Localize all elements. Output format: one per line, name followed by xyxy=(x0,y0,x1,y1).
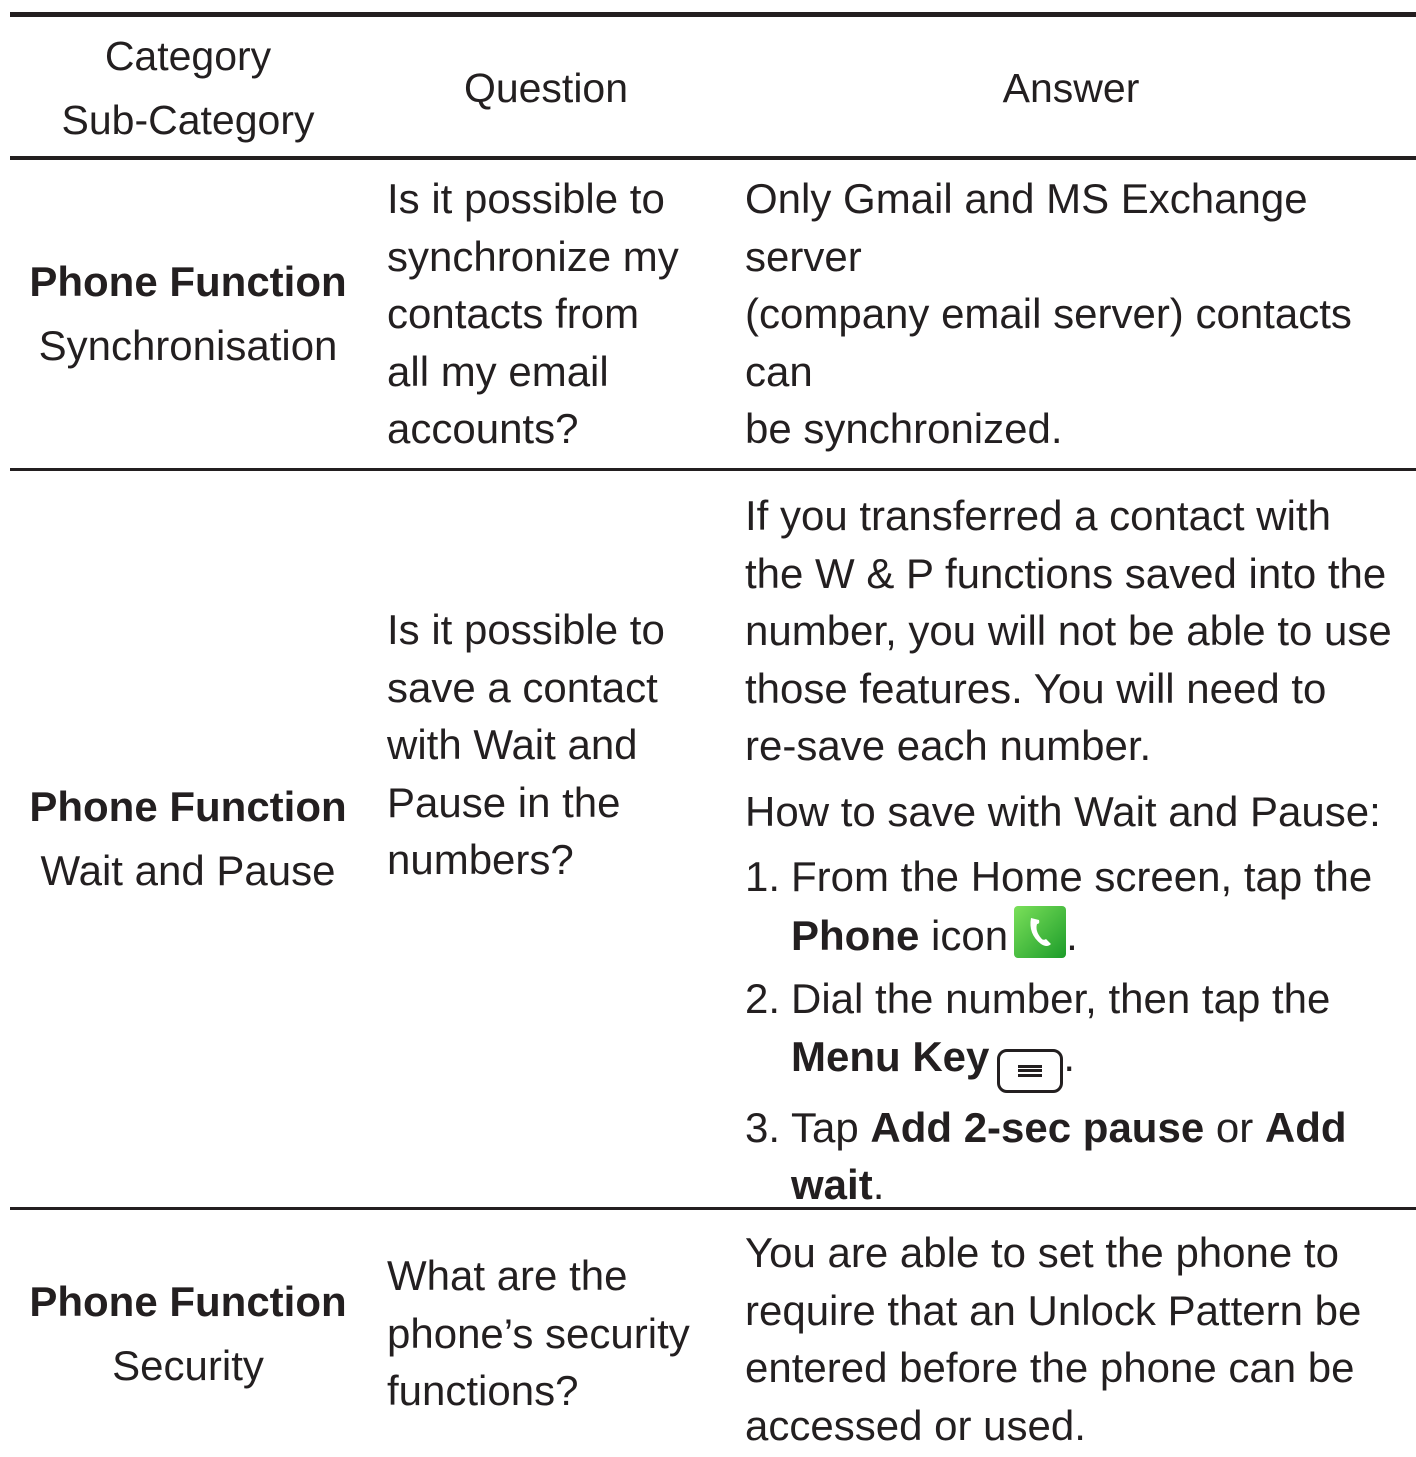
step-bold: Menu Key xyxy=(791,1032,990,1080)
row-3-category: Phone Function Security xyxy=(10,1210,366,1457)
category-label: Phone Function xyxy=(29,1277,347,1325)
phone-app-icon xyxy=(1014,905,1067,958)
row-2-category: Phone Function Wait and Pause xyxy=(10,471,366,1207)
question-line: accounts? xyxy=(387,405,579,453)
step-bold: Add 2-sec pause xyxy=(870,1103,1205,1151)
howto-line: How to save with Wait and Pause: xyxy=(745,787,1381,835)
row-3-answer: You are able to set the phone to require… xyxy=(745,1224,1416,1457)
subcategory-label: Wait and Pause xyxy=(40,847,336,894)
category-label: Phone Function xyxy=(29,258,347,305)
question-line: synchronize my xyxy=(387,232,679,280)
answer-line: Only Gmail and MS Exchange server xyxy=(745,175,1308,280)
step-text: From the Home screen, tap the xyxy=(791,853,1373,900)
step-bold: wait xyxy=(791,1161,873,1208)
top-rule xyxy=(10,12,1416,17)
header-subcategory-label: Sub-Category xyxy=(61,97,315,143)
step-number: 3. xyxy=(745,1103,781,1151)
answer-line: (company email server) contacts can xyxy=(745,290,1352,395)
question-line: Is it possible to xyxy=(387,175,665,223)
category-label: Phone Function xyxy=(29,783,347,830)
question-line: What are the xyxy=(387,1252,628,1300)
question-line: functions? xyxy=(387,1367,579,1415)
step-bold: Phone xyxy=(791,911,920,959)
question-line: all my email xyxy=(387,347,609,395)
step-1: 1. From the Home screen, tap the Phone i… xyxy=(745,848,1416,964)
question-line: save a contact xyxy=(387,663,658,711)
menu-key-icon xyxy=(997,1048,1064,1093)
step-end: . xyxy=(1063,1032,1076,1080)
question-line: with Wait and xyxy=(387,721,638,769)
answer-line: entered before the phone can be xyxy=(745,1344,1355,1391)
answer-line: the W & P functions saved into the xyxy=(745,549,1387,597)
step-text: or xyxy=(1204,1103,1265,1151)
answer-line: those features. You will need to xyxy=(745,664,1327,712)
question-line: contacts from xyxy=(387,290,640,338)
row-2-question: Is it possible to save a contact with Wa… xyxy=(387,471,726,1019)
step-end: . xyxy=(872,1161,885,1208)
header-question: Question xyxy=(366,20,726,156)
row-1-category: Phone Function Synchronisation xyxy=(10,160,366,468)
step-text: Tap xyxy=(791,1103,871,1151)
row-1-answer: Only Gmail and MS Exchange server (compa… xyxy=(745,160,1416,468)
step-number: 2. xyxy=(745,975,781,1022)
answer-line: re-save each number. xyxy=(745,722,1152,769)
header-answer: Answer xyxy=(726,20,1416,156)
row-1-question: Is it possible to synchronize my contact… xyxy=(387,160,726,468)
header-category-label: Category xyxy=(104,33,272,79)
header-answer-label: Answer xyxy=(1002,65,1140,111)
row-2-answer: If you transferred a contact with the W … xyxy=(745,487,1416,1208)
step-text: icon xyxy=(919,911,1009,959)
question-line: numbers? xyxy=(387,836,574,884)
step-end: . xyxy=(1066,911,1078,959)
subcategory-label: Security xyxy=(112,1341,264,1389)
question-line: Is it possible to xyxy=(387,606,665,654)
answer-line: require that an Unlock Pattern be xyxy=(745,1286,1362,1334)
step-number: 1. xyxy=(745,853,781,900)
step-text: Dial the number, then tap the xyxy=(791,975,1331,1022)
step-bold: Add xyxy=(1264,1103,1347,1151)
subcategory-label: Synchronisation xyxy=(38,322,338,369)
step-3: 3. Tap Add 2-sec pause or Add wait. xyxy=(745,1099,1416,1214)
step-2: 2. Dial the number, then tap the Menu Ke… xyxy=(745,970,1416,1093)
answer-line: If you transferred a contact with xyxy=(745,492,1331,539)
answer-line: You are able to set the phone to xyxy=(745,1229,1339,1276)
answer-line: be synchronized. xyxy=(745,405,1063,453)
question-line: Pause in the xyxy=(387,778,621,826)
header-category: Category Sub-Category xyxy=(10,20,366,156)
answer-line: number, you will not be able to use xyxy=(745,607,1392,654)
question-line: phone’s security xyxy=(387,1309,690,1357)
row-3-question: What are the phone’s security functions? xyxy=(387,1210,726,1457)
answer-line: accessed or used. xyxy=(745,1401,1086,1449)
header-question-label: Question xyxy=(463,65,629,111)
